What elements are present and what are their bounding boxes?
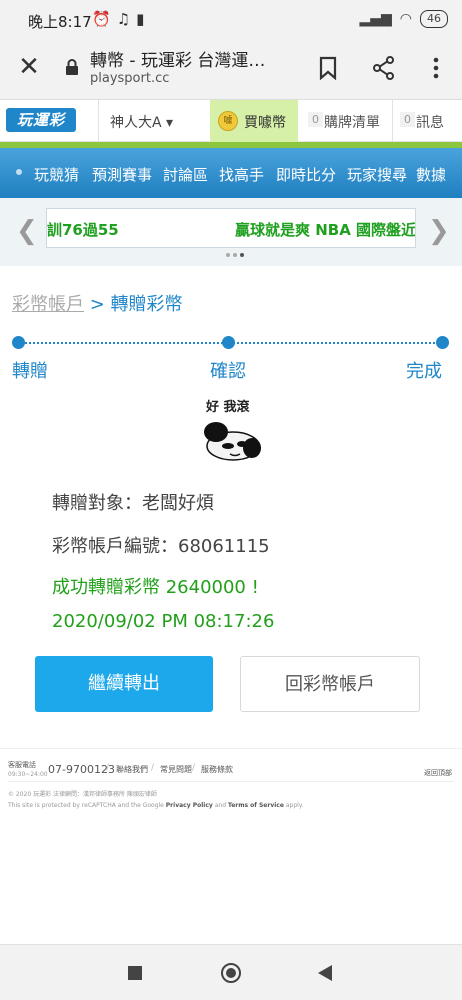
recaptcha-text: apply. [283, 802, 304, 809]
step-dot [12, 336, 25, 349]
account-number-text: 彩幣帳戶編號：68061115 [52, 536, 270, 557]
battery-icon: 46 [420, 10, 448, 28]
page-footer: 客服電話 09:30~24:00 07-9700123 / 聯絡我們 / 常見問… [0, 748, 462, 828]
step-dot [436, 336, 449, 349]
more-menu-icon[interactable] [422, 54, 450, 82]
continue-transfer-button[interactable]: 繼續轉出 [35, 656, 213, 712]
site-header: 玩運彩 神人大A ▾ 噱 買噱幣 0 購牌清單 0 訊息 [0, 100, 462, 142]
terms-of-service-link[interactable]: Terms of Service [228, 802, 284, 809]
site-logo[interactable]: 玩運彩 [6, 108, 76, 132]
ticker-item[interactable]: 訓76過55 [47, 219, 119, 240]
separator: / [106, 763, 110, 773]
back-icon[interactable] [318, 965, 332, 981]
footer-link-contact[interactable]: 聯絡我們 [116, 764, 148, 775]
status-system-icons: ▂▄▆ ◠ 46 [359, 10, 448, 28]
ticker-item[interactable]: 贏球就是爽 NBA 國際盤近20 [235, 219, 415, 240]
nav-item-stats[interactable]: 數據 [416, 164, 446, 185]
service-hotline-label: 客服電話 09:30~24:00 [8, 761, 48, 779]
copyright-text: © 2020 玩運彩 法律顧問：漢邦律師事務所 陳頭宏律師 [8, 791, 157, 798]
notification-icon: ▮ [136, 10, 145, 28]
step-dot [222, 336, 235, 349]
nav-item-live-scores[interactable]: 即時比分 [276, 164, 336, 185]
service-phone[interactable]: 07-9700123 [48, 763, 115, 776]
separator: / [192, 763, 196, 773]
chevron-right-icon[interactable]: ❯ [428, 216, 450, 246]
success-message: 成功轉贈彩幣 2640000 ! [52, 577, 259, 598]
footer-divider [8, 781, 454, 782]
signal-icon: ▂▄▆ [359, 11, 392, 27]
recaptcha-text: This site is protected by reCAPTCHA and … [8, 802, 166, 809]
privacy-policy-link[interactable]: Privacy Policy [166, 802, 213, 809]
pagination-dot-active [240, 253, 244, 257]
status-bar: 晚上8:17 ⏰ ♫ ▮ ▂▄▆ ◠ 46 [0, 0, 462, 40]
main-nav: 玩競猜 預測賽事 討論區 找高手 即時比分 玩家搜尋 數據 [0, 148, 462, 198]
transfer-datetime: 2020/09/02 PM 08:17:26 [52, 611, 275, 632]
alarm-icon: ⏰ [92, 10, 111, 28]
recaptcha-text: and [212, 802, 228, 809]
meme-caption: 好 我滾 [206, 400, 250, 415]
back-to-coin-account-button[interactable]: 回彩幣帳戶 [240, 656, 420, 712]
footer-link-terms[interactable]: 服務條款 [201, 764, 233, 775]
status-notification-icons: ⏰ ♫ ▮ [92, 10, 144, 28]
nav-item-experts[interactable]: 找高手 [219, 164, 264, 185]
recaptcha-notice: This site is protected by reCAPTCHA and … [8, 802, 303, 809]
news-ticker-area: ❮ 訓76過55 贏球就是爽 NBA 國際盤近20 ❯ [0, 198, 462, 266]
system-navigation-bar [0, 944, 462, 1000]
pagination-dot [226, 253, 230, 257]
messages-link[interactable]: 訊息 [416, 112, 444, 132]
footer-link-faq[interactable]: 常見問題 [160, 764, 192, 775]
chevron-left-icon[interactable]: ❮ [16, 216, 38, 246]
breadcrumb: 彩幣帳戶 > 轉贈彩幣 [12, 290, 183, 316]
browser-toolbar: ✕ 轉幣 - 玩運彩 台灣運… playsport.cc [0, 40, 462, 100]
step-label-complete: 完成 [406, 361, 442, 382]
nav-item-player-search[interactable]: 玩家搜尋 [347, 164, 407, 185]
home-icon[interactable] [221, 963, 241, 983]
news-ticker[interactable]: 訓76過55 贏球就是爽 NBA 國際盤近20 [46, 208, 416, 248]
buy-coin-label: 買噱幣 [244, 115, 286, 131]
cart-link[interactable]: 購牌清單 [324, 112, 380, 132]
status-time: 晚上8:17 [28, 13, 92, 31]
recent-apps-icon[interactable] [128, 966, 142, 980]
divider [392, 100, 393, 142]
wifi-icon: ◠ [399, 11, 412, 27]
page-url[interactable]: playsport.cc [90, 71, 169, 86]
ticker-pagination [226, 253, 244, 257]
bookmark-icon[interactable] [314, 54, 342, 82]
breadcrumb-coin-account-link[interactable]: 彩幣帳戶 [12, 294, 84, 315]
nav-item-guess[interactable]: 玩競猜 [34, 164, 79, 185]
nav-bullet-icon [16, 169, 22, 175]
meme-sticker: 好 我滾 [196, 396, 268, 466]
step-label-confirm: 確認 [210, 361, 246, 382]
step-label-transfer: 轉贈 [12, 361, 48, 382]
coin-icon: 噱 [218, 111, 238, 131]
breadcrumb-current: > 轉贈彩幣 [84, 294, 183, 315]
user-menu[interactable]: 神人大A ▾ [110, 112, 173, 132]
separator: / [151, 763, 155, 773]
panda-face-icon [204, 422, 261, 461]
back-to-top-link[interactable]: 返回頂部 [424, 768, 452, 778]
recipient-text: 轉贈對象：老闆好煩 [52, 493, 214, 514]
message-count-badge: 0 [400, 112, 415, 127]
share-icon[interactable] [370, 54, 398, 82]
nav-item-forum[interactable]: 討論區 [163, 164, 208, 185]
music-icon: ♫ [116, 10, 131, 28]
nav-item-predict[interactable]: 預測賽事 [92, 164, 152, 185]
service-label: 客服電話 [8, 761, 36, 769]
cart-count-badge: 0 [308, 112, 323, 127]
pagination-dot [233, 253, 237, 257]
divider [98, 100, 99, 142]
close-icon[interactable]: ✕ [16, 54, 42, 80]
service-hours: 09:30~24:00 [8, 771, 48, 778]
page-title: 轉幣 - 玩運彩 台灣運… [90, 51, 266, 71]
buy-coin-button[interactable]: 噱 買噱幣 [210, 100, 298, 142]
lock-icon [66, 59, 78, 75]
